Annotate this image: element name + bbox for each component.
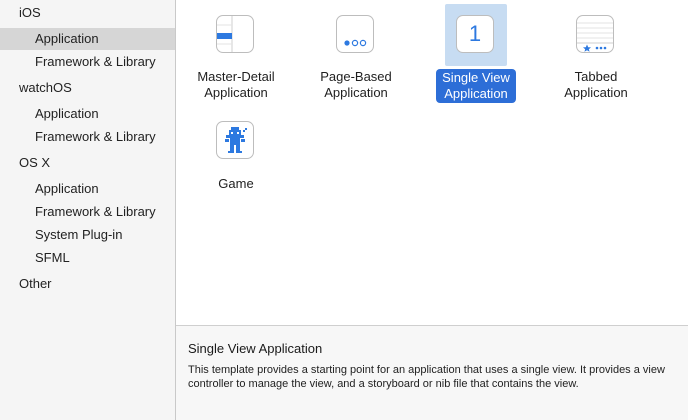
- template-label: Tabbed Application: [564, 69, 628, 100]
- master-detail-icon: [216, 15, 254, 53]
- template-single-view[interactable]: 1 Single View Application: [416, 0, 536, 103]
- template-label: Master-Detail Application: [197, 69, 275, 100]
- sidebar-item-ios-application[interactable]: Application: [0, 28, 175, 50]
- description-title: Single View Application: [188, 341, 323, 356]
- template-chooser: iOS Application Framework & Library watc…: [0, 0, 688, 420]
- template-grid: Master-Detail Application Page-Based App…: [176, 0, 688, 325]
- template-label: Game: [218, 176, 254, 191]
- single-view-icon: 1: [456, 15, 494, 53]
- sidebar-item-ios-framework-library[interactable]: Framework & Library: [0, 51, 175, 73]
- sidebar-group-other[interactable]: Other: [0, 273, 194, 295]
- template-page-based[interactable]: Page-Based Application: [296, 0, 416, 100]
- single-view-icon-digit: 1: [468, 21, 482, 46]
- template-label: Single View Application: [416, 69, 536, 103]
- sidebar-group-ios[interactable]: iOS: [0, 2, 194, 24]
- tabbed-icon: [576, 15, 614, 53]
- sidebar-group-watchos[interactable]: watchOS: [0, 77, 194, 99]
- template-tabbed[interactable]: Tabbed Application: [536, 0, 656, 100]
- game-icon: [216, 121, 254, 159]
- page-based-icon: [336, 15, 374, 53]
- sidebar-item-osx-sfml[interactable]: SFML: [0, 247, 175, 269]
- platform-sidebar: iOS Application Framework & Library watc…: [0, 0, 176, 420]
- sidebar-item-watchos-framework-library[interactable]: Framework & Library: [0, 126, 175, 148]
- sidebar-item-osx-framework-library[interactable]: Framework & Library: [0, 201, 175, 223]
- template-master-detail[interactable]: Master-Detail Application: [176, 0, 296, 100]
- description-body: This template provides a starting point …: [188, 364, 665, 390]
- sidebar-item-osx-application[interactable]: Application: [0, 178, 175, 200]
- template-description-pane: Single View Application This template pr…: [176, 325, 688, 420]
- template-game[interactable]: Game: [176, 106, 296, 206]
- sidebar-item-osx-system-plugin[interactable]: System Plug-in: [0, 224, 175, 246]
- sidebar-group-osx[interactable]: OS X: [0, 152, 194, 174]
- template-label: Page-Based Application: [320, 69, 392, 100]
- sidebar-item-watchos-application[interactable]: Application: [0, 103, 175, 125]
